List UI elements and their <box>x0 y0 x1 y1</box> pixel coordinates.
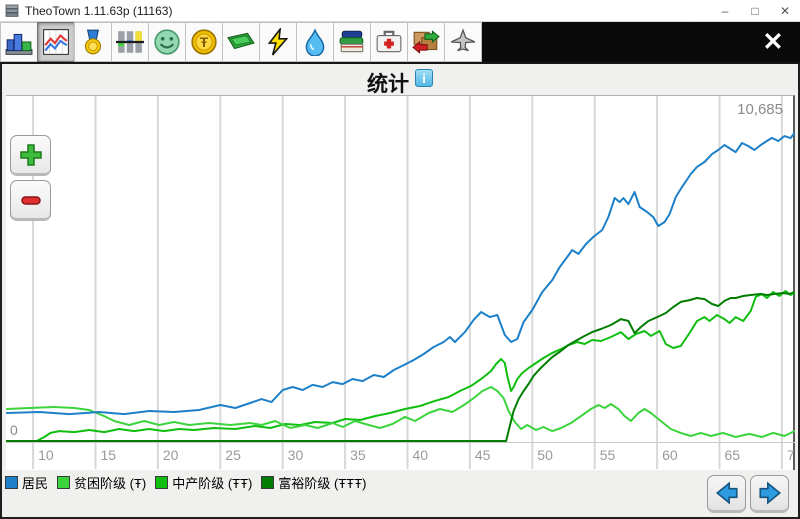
energy-icon <box>264 28 292 56</box>
svg-text:25: 25 <box>225 447 241 463</box>
education-icon <box>338 28 366 56</box>
toolbar-button-coin[interactable]: Ŧ <box>185 22 223 62</box>
toolbar-button-city[interactable] <box>0 22 38 62</box>
minimize-icon[interactable]: – <box>710 0 740 21</box>
toolbar-button-ranking[interactable] <box>111 22 149 62</box>
svg-text:Ŧ: Ŧ <box>200 34 209 50</box>
zoom-out-button[interactable] <box>10 180 51 221</box>
svg-text:20: 20 <box>163 447 179 463</box>
happiness-icon <box>153 28 181 56</box>
legend-label: 富裕阶级 (ŦŦŦ) <box>278 473 366 492</box>
dialog-title-row: 统计 i <box>2 64 798 95</box>
svg-text:65: 65 <box>724 447 740 463</box>
statistics-icon <box>42 28 70 56</box>
info-icon[interactable]: i <box>415 69 433 87</box>
legend-swatch-poor <box>57 476 70 489</box>
chart-area[interactable]: 10 15 20 25 30 35 40 45 50 55 60 65 70 10,685 0 <box>6 95 795 470</box>
chart-max-value: 10,685 <box>737 101 783 118</box>
water-icon <box>301 28 329 56</box>
next-page-button[interactable] <box>750 475 789 513</box>
trade-icon <box>412 28 440 56</box>
legend-label: 中产阶级 (ŦŦ) <box>172 473 252 492</box>
close-dialog-icon[interactable]: ✕ <box>758 22 788 62</box>
svg-text:30: 30 <box>288 447 304 463</box>
toolbar-button-airport[interactable] <box>444 22 482 62</box>
minus-icon <box>18 187 44 213</box>
chart-zero-value: 0 <box>10 422 18 438</box>
arrow-right-icon <box>757 480 783 506</box>
coin-icon: Ŧ <box>190 28 218 56</box>
toolbar-button-energy[interactable] <box>259 22 297 62</box>
svg-text:60: 60 <box>662 447 678 463</box>
chart-legend: 居民 贫困阶级 (Ŧ) 中产阶级 (ŦŦ) 富裕阶级 (ŦŦŦ) <box>5 471 366 493</box>
legend-item-rich: 富裕阶级 (ŦŦŦ) <box>261 473 366 492</box>
legend-swatch-rich <box>261 476 274 489</box>
legend-item-residents: 居民 <box>5 473 48 492</box>
plus-icon <box>18 142 44 168</box>
prev-page-button[interactable] <box>707 475 746 513</box>
stats-toolbar: Ŧ <box>0 22 800 64</box>
toolbar-button-medal[interactable] <box>74 22 112 62</box>
window-title: TheoTown 1.11.63p (11163) <box>25 4 172 18</box>
arrow-left-icon <box>714 480 740 506</box>
legend-swatch-residents <box>5 476 18 489</box>
svg-text:40: 40 <box>412 447 428 463</box>
money-icon <box>227 28 255 56</box>
toolbar-button-education[interactable] <box>333 22 371 62</box>
svg-text:50: 50 <box>537 447 553 463</box>
close-window-icon[interactable]: ✕ <box>770 0 800 21</box>
toolbar-button-trade[interactable] <box>407 22 445 62</box>
chart-svg[interactable]: 10 15 20 25 30 35 40 45 50 55 60 65 70 <box>6 96 795 471</box>
statistics-dialog: 统计i 10152025303540455055606570 10,685 0 … <box>0 64 800 519</box>
titlebar[interactable]: TheoTown 1.11.63p (11163) – □ ✕ <box>0 0 800 22</box>
toolbar-button-happiness[interactable] <box>148 22 186 62</box>
app-icon <box>5 3 20 18</box>
medal-icon <box>79 28 107 56</box>
toolbar-button-water[interactable] <box>296 22 334 62</box>
health-icon <box>375 28 403 56</box>
theotown-window: TheoTown 1.11.63p (11163) – □ ✕ <box>0 0 800 519</box>
toolbar-button-health[interactable] <box>370 22 408 62</box>
svg-text:70: 70 <box>787 447 795 463</box>
svg-text:55: 55 <box>600 447 616 463</box>
legend-item-middle: 中产阶级 (ŦŦ) <box>155 473 252 492</box>
toolbar-button-statistics[interactable] <box>37 22 75 62</box>
maximize-icon[interactable]: □ <box>740 0 770 21</box>
chart-nav <box>707 475 789 513</box>
zoom-in-button[interactable] <box>10 135 51 176</box>
airport-icon <box>449 28 477 56</box>
ranking-icon <box>116 28 144 56</box>
svg-text:10: 10 <box>38 447 54 463</box>
page-title: 统计 <box>367 73 409 96</box>
legend-label: 居民 <box>22 473 48 492</box>
legend-swatch-middle <box>155 476 168 489</box>
legend-item-poor: 贫困阶级 (Ŧ) <box>57 473 146 492</box>
legend-label: 贫困阶级 (Ŧ) <box>74 473 146 492</box>
svg-text:35: 35 <box>350 447 366 463</box>
toolbar-button-money[interactable] <box>222 22 260 62</box>
svg-text:45: 45 <box>475 447 491 463</box>
svg-text:15: 15 <box>100 447 116 463</box>
city-icon <box>5 28 33 56</box>
